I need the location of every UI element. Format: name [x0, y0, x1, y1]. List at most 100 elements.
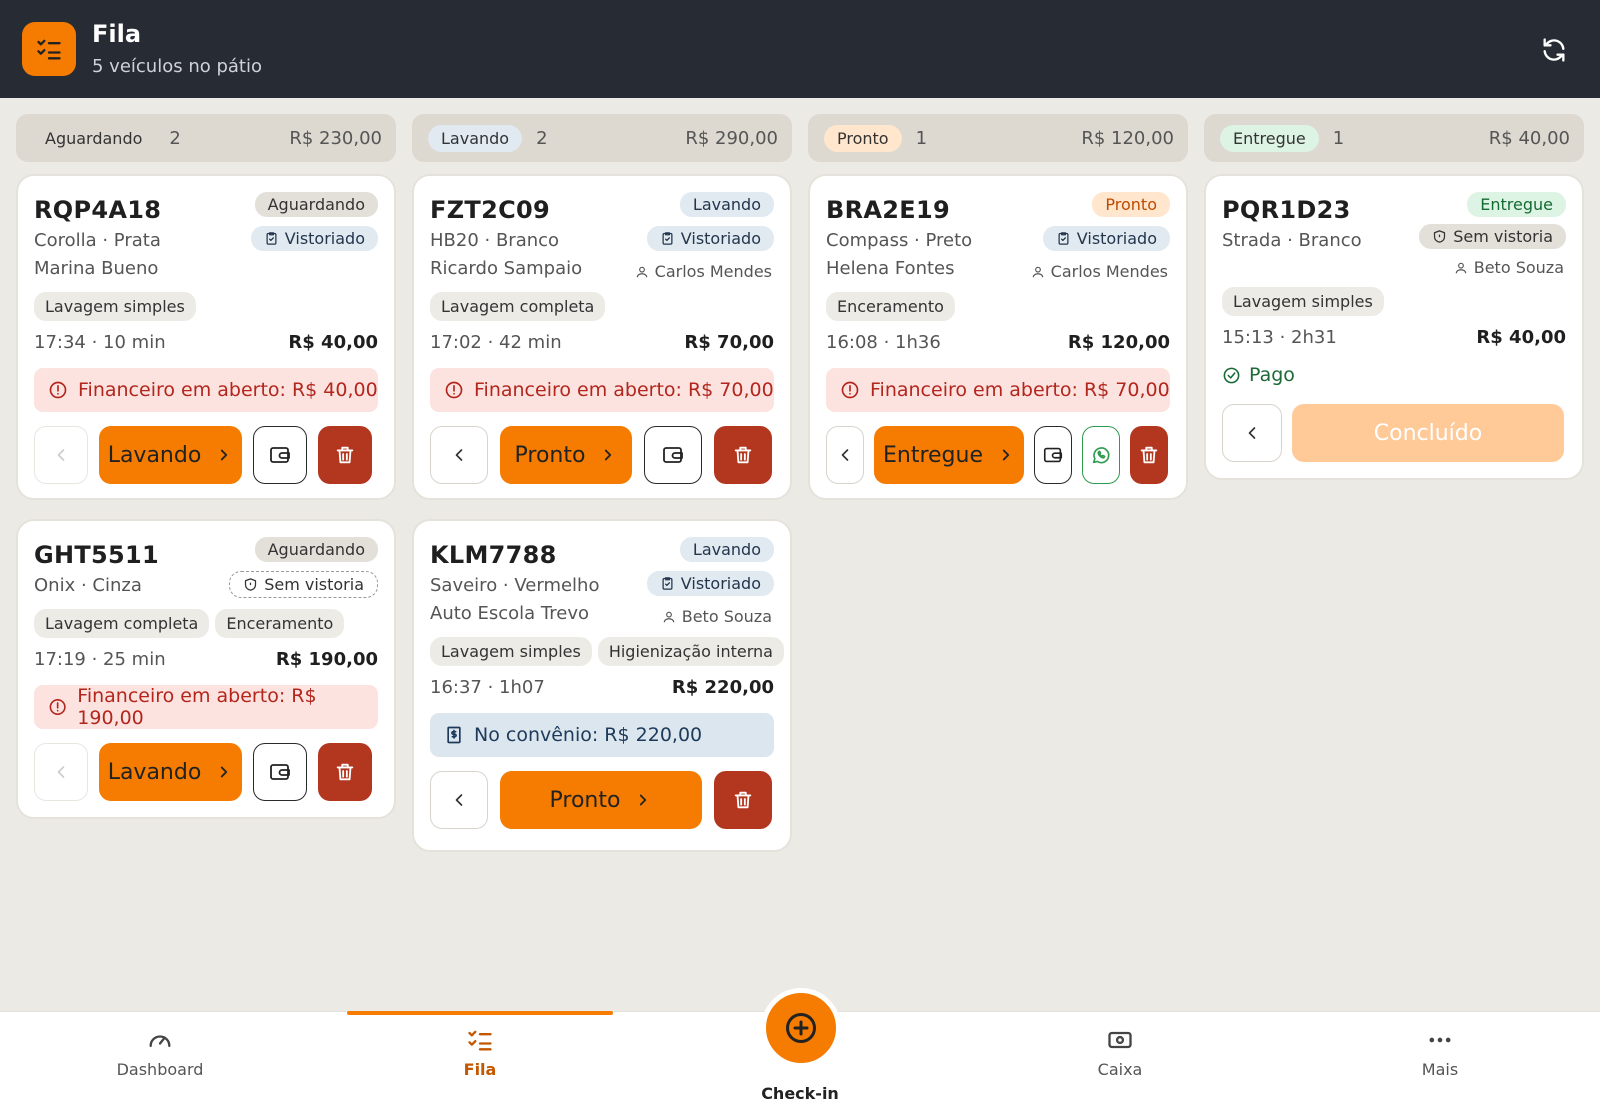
previous-stage-button[interactable]	[1222, 404, 1282, 462]
service-tag: Lavagem completa	[430, 292, 606, 321]
alert-circle-icon	[49, 698, 66, 716]
whatsapp-button[interactable]	[1082, 426, 1120, 484]
vehicle-card[interactable]: KLM7788 Lavando Saveiro · Vermelho Visto…	[412, 519, 792, 852]
inspection-badge: Sem vistoria	[1419, 224, 1566, 249]
payment-button[interactable]	[253, 426, 307, 484]
service-tags: Lavagem simples	[34, 292, 202, 321]
completed-button[interactable]: Concluído	[1292, 404, 1564, 462]
inspection-label: Vistoriado	[680, 229, 761, 248]
column-header: Lavando 2 R$ 290,00	[412, 114, 792, 162]
delete-button[interactable]	[1130, 426, 1168, 484]
status-badge: Entregue	[1467, 192, 1566, 217]
vehicle-card[interactable]: RQP4A18 Aguardando Corolla · Prata Visto…	[16, 174, 396, 500]
checkin-time: 17:19 · 25 min	[34, 649, 166, 670]
previous-stage-button[interactable]	[430, 426, 488, 484]
worker-name: Carlos Mendes	[654, 262, 772, 281]
service-tags: Enceramento	[826, 292, 961, 321]
checkin-fab[interactable]	[761, 988, 841, 1068]
status-badge: Aguardando	[254, 537, 378, 562]
vehicle-model: Saveiro · Vermelho	[430, 575, 600, 596]
alert-text: Financeiro em aberto: R$ 70,00	[474, 379, 774, 401]
alert-circle-icon	[841, 381, 859, 399]
service-tags: Lavagem completa Enceramento	[34, 609, 350, 638]
inspection-badge: Vistoriado	[646, 226, 774, 251]
order-price: R$ 40,00	[1476, 327, 1566, 348]
nav-dashboard[interactable]: Dashboard	[70, 1026, 250, 1079]
payment-button[interactable]	[644, 426, 702, 484]
previous-stage-button[interactable]	[34, 426, 88, 484]
nav-label: Caixa	[1097, 1060, 1143, 1079]
column-header: Entregue 1 R$ 40,00	[1204, 114, 1584, 162]
refresh-icon[interactable]	[1538, 34, 1570, 66]
nav-label: Fila	[463, 1060, 497, 1079]
column-count: 2	[536, 127, 548, 149]
chevron-left-icon	[57, 766, 65, 778]
payment-button[interactable]	[1034, 426, 1072, 484]
alert-circle-icon	[49, 381, 67, 399]
advance-stage-label: Pronto	[514, 442, 586, 468]
delete-button[interactable]	[318, 743, 372, 801]
advance-stage-button[interactable]: Pronto	[500, 771, 702, 829]
vehicle-card[interactable]: FZT2C09 Lavando HB20 · Branco Vistoriado…	[412, 174, 792, 500]
inspection-label: Vistoriado	[1076, 229, 1157, 248]
shield-icon	[245, 578, 257, 591]
client-name: Auto Escola Trevo	[430, 603, 590, 624]
advance-stage-button[interactable]: Entregue	[874, 426, 1024, 484]
cash-icon	[1108, 1031, 1132, 1049]
nav-caixa[interactable]: Caixa	[1030, 1026, 1210, 1079]
service-tags: Lavagem simples Higienização interna	[430, 637, 790, 666]
order-price: R$ 70,00	[684, 332, 774, 353]
clipboard-check-icon	[266, 232, 277, 245]
advance-stage-button[interactable]: Pronto	[500, 426, 632, 484]
inspection-label: Sem vistoria	[1453, 227, 1553, 246]
service-tag: Enceramento	[826, 292, 955, 321]
advance-stage-label: Lavando	[107, 442, 202, 468]
inspection-badge: Vistoriado	[1042, 226, 1170, 251]
column-count: 1	[915, 127, 928, 149]
column-header: Pronto 1 R$ 120,00	[808, 114, 1188, 162]
payment-alert: Financeiro em aberto: R$ 70,00	[826, 368, 1170, 412]
payment-status: Pago	[1222, 364, 1295, 386]
payment-button[interactable]	[253, 743, 307, 801]
status-badge: Pronto	[1092, 192, 1170, 217]
more-dots-icon	[1429, 1037, 1451, 1043]
previous-stage-button[interactable]	[826, 426, 864, 484]
delete-button[interactable]	[318, 426, 372, 484]
chevron-left-icon	[455, 449, 463, 461]
column-total: R$ 290,00	[685, 127, 778, 149]
worker-name: Beto Souza	[681, 607, 772, 626]
nav-fila[interactable]: Fila	[390, 1026, 570, 1079]
nav-mais[interactable]: Mais	[1350, 1026, 1530, 1079]
order-price: R$ 40,00	[288, 332, 378, 353]
vehicle-plate: FZT2C09	[430, 196, 550, 224]
advance-stage-button[interactable]: Lavando	[99, 743, 242, 801]
client-name: Ricardo Sampaio	[430, 258, 583, 279]
assigned-worker: Beto Souza	[662, 607, 772, 626]
assigned-worker: Carlos Mendes	[635, 262, 772, 281]
check-circle-icon	[1223, 367, 1240, 383]
vehicle-card[interactable]: GHT5511 Aguardando Onix · Cinza Sem vist…	[16, 519, 396, 819]
page-title: Fila	[92, 20, 142, 48]
receipt-icon	[447, 726, 461, 744]
previous-stage-button[interactable]	[34, 743, 88, 801]
chevron-left-icon	[57, 449, 65, 461]
vehicle-card[interactable]: PQR1D23 Entregue Strada · Branco Sem vis…	[1204, 174, 1584, 480]
previous-stage-button[interactable]	[430, 771, 488, 829]
inspection-badge: Vistoriado	[646, 571, 774, 596]
checkin-time: 16:37 · 1h07	[430, 677, 545, 698]
status-badge: Lavando	[679, 537, 774, 562]
delete-button[interactable]	[714, 426, 772, 484]
alert-text: Financeiro em aberto: R$ 190,00	[77, 685, 317, 729]
wallet-icon	[663, 447, 683, 463]
chevron-left-icon	[1248, 427, 1256, 439]
vehicle-card[interactable]: BRA2E19 Pronto Compass · Preto Vistoriad…	[808, 174, 1188, 500]
client-name: Marina Bueno	[34, 258, 159, 279]
queue-list-icon	[22, 22, 76, 76]
advance-stage-button[interactable]: Lavando	[99, 426, 242, 484]
advance-stage-label: Entregue	[882, 442, 983, 468]
column-label: Aguardando	[45, 128, 143, 148]
service-tag: Higienização interna	[597, 637, 784, 666]
service-tags: Lavagem completa	[430, 292, 611, 321]
service-tag: Lavagem simples	[430, 637, 592, 666]
delete-button[interactable]	[714, 771, 772, 829]
